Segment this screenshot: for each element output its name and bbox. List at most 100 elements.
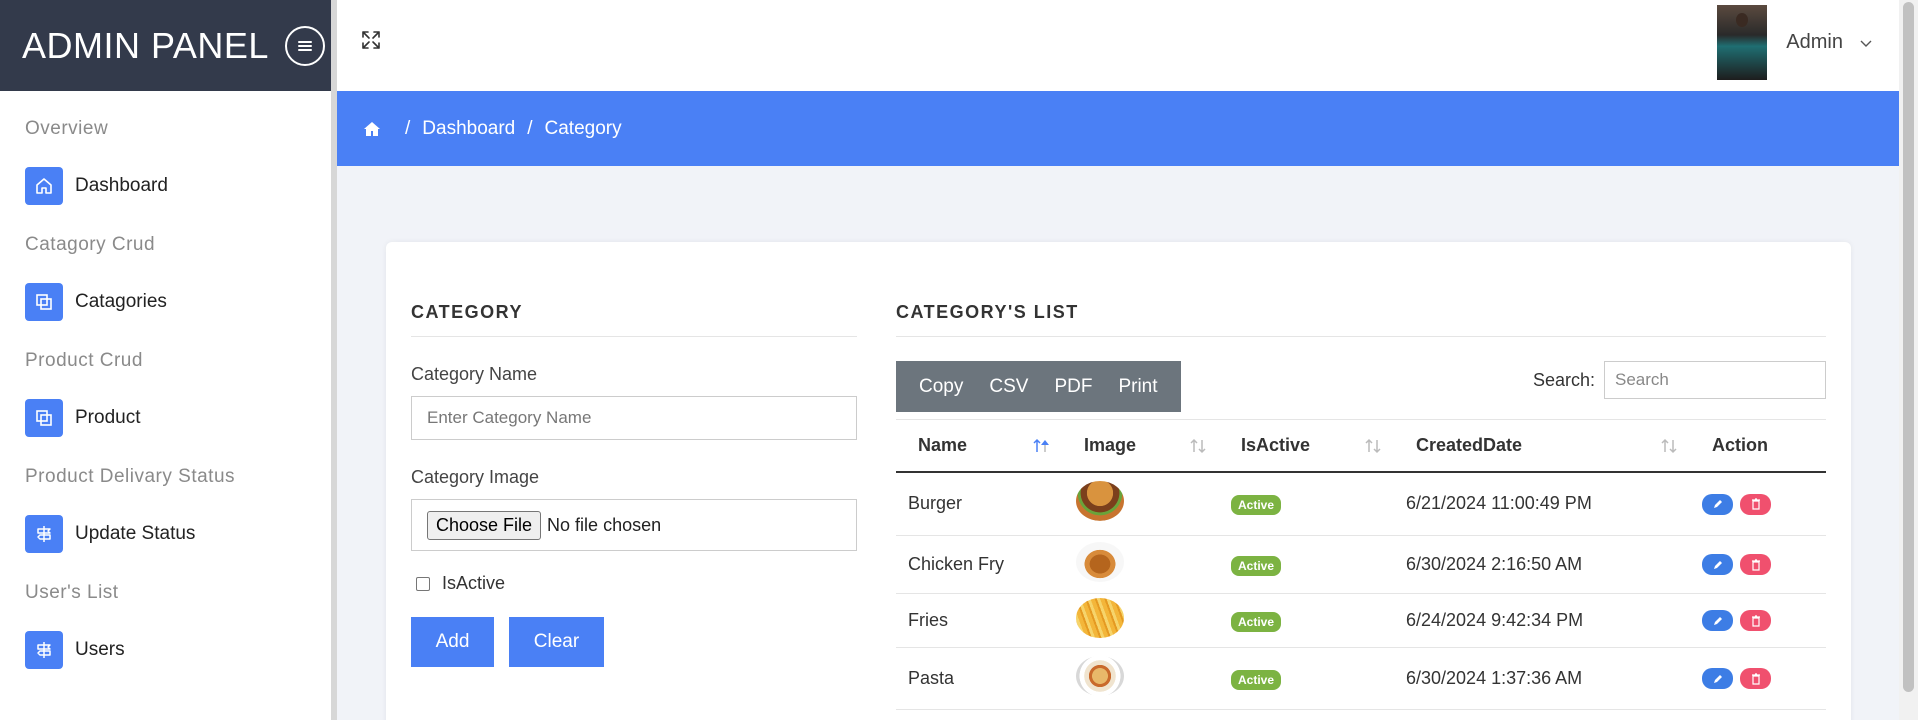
column-header-label: Image <box>1084 434 1137 455</box>
delete-button[interactable] <box>1740 554 1772 576</box>
add-button[interactable]: Add <box>411 617 494 667</box>
status-badge: Active <box>1231 669 1282 690</box>
category-table: Name Image IsActive CreatedDate Action B… <box>896 419 1826 710</box>
sort-icon[interactable] <box>1660 437 1678 455</box>
table-row: Pasta Active 6/30/2024 1:37:36 AM <box>896 647 1826 710</box>
fullscreen-icon[interactable] <box>359 28 383 52</box>
column-header-createddate[interactable]: CreatedDate <box>1394 419 1690 473</box>
cell-status: Active <box>1219 593 1394 648</box>
cell-status: Active <box>1219 471 1394 536</box>
sidebar-item-product[interactable]: Product <box>25 398 331 438</box>
cell-status: Active <box>1219 535 1394 594</box>
print-button[interactable]: Print <box>1105 376 1170 398</box>
edit-button[interactable] <box>1702 668 1733 690</box>
cell-status: Active <box>1219 647 1394 710</box>
breadcrumb-separator: / <box>527 117 533 139</box>
isactive-checkbox[interactable] <box>416 576 430 591</box>
status-badge: Active <box>1231 611 1282 632</box>
search-label: Search: <box>1532 369 1595 390</box>
avatar <box>1717 5 1768 80</box>
sidebar-item-update-status[interactable]: Update Status <box>25 514 331 554</box>
cell-actions <box>1690 647 1826 710</box>
cell-name: Chicken Fry <box>896 535 1062 594</box>
clear-button[interactable]: Clear <box>509 617 604 667</box>
column-header-action: Action <box>1690 419 1826 473</box>
cell-actions <box>1690 535 1826 594</box>
copy-button[interactable]: Copy <box>906 376 976 398</box>
trash-icon <box>1751 673 1760 685</box>
cell-created: 6/30/2024 2:16:50 AM <box>1394 535 1690 594</box>
sidebar-item-label: Dashboard <box>75 175 168 196</box>
table-search: Search: <box>1533 361 1826 399</box>
delete-button[interactable] <box>1740 610 1772 632</box>
page-scrollbar[interactable] <box>1899 0 1918 720</box>
brand-title: ADMIN PANEL <box>22 24 269 66</box>
menu-icon <box>297 40 312 51</box>
column-header-label: Name <box>918 434 968 455</box>
home-icon[interactable] <box>363 120 381 138</box>
burger-image <box>1076 481 1124 522</box>
sidebar-item-label: Catagories <box>75 291 167 312</box>
sidebar-item-users[interactable]: Users <box>25 630 331 670</box>
scrollbar-thumb[interactable] <box>1903 2 1914 692</box>
category-form: CATEGORY Category Name Category Image Ch… <box>411 302 857 667</box>
sort-asc-icon[interactable] <box>1032 437 1050 455</box>
sidebar-section-overview: Overview <box>25 118 109 139</box>
sidebar-section-category: Catagory Crud <box>25 234 156 255</box>
status-badge: Active <box>1231 494 1282 515</box>
cell-image <box>1062 471 1219 536</box>
cell-name: Burger <box>896 471 1062 536</box>
sort-icon[interactable] <box>1189 437 1207 455</box>
delete-button[interactable] <box>1740 493 1772 515</box>
export-buttons: Copy CSV PDF Print <box>896 361 1181 412</box>
category-name-input[interactable] <box>411 396 857 440</box>
choose-file-button[interactable]: Choose File <box>427 510 542 540</box>
csv-button[interactable]: CSV <box>976 376 1041 398</box>
column-header-name[interactable]: Name <box>896 419 1062 473</box>
trash-icon <box>1751 498 1760 510</box>
fries-image <box>1076 598 1124 638</box>
cell-name: Pasta <box>896 647 1062 710</box>
isactive-label: IsActive <box>442 573 506 593</box>
cell-image <box>1062 535 1219 594</box>
edit-button[interactable] <box>1702 554 1733 576</box>
pencil-icon <box>1713 674 1722 683</box>
sidebar-item-categories[interactable]: Catagories <box>25 282 331 322</box>
cell-created: 6/30/2024 1:37:36 AM <box>1394 647 1690 710</box>
sidebar-section-product: Product Crud <box>25 350 143 371</box>
delete-button[interactable] <box>1740 668 1772 690</box>
pdf-button[interactable]: PDF <box>1041 376 1105 398</box>
sort-icon[interactable] <box>1364 437 1382 455</box>
cell-image <box>1062 593 1219 648</box>
cell-actions <box>1690 471 1826 536</box>
category-image-field[interactable]: Choose File No file chosen <box>411 499 857 551</box>
column-header-label: IsActive <box>1241 434 1311 455</box>
list-title: CATEGORY'S LIST <box>896 302 1826 337</box>
cell-image <box>1062 647 1219 710</box>
chevron-down-icon <box>1860 40 1872 47</box>
edit-button[interactable] <box>1702 610 1733 632</box>
isactive-row: IsActive <box>411 573 857 594</box>
breadcrumb-separator: / <box>405 117 411 139</box>
sidebar-section-users: User's List <box>25 582 119 603</box>
table-header-row: Name Image IsActive CreatedDate Action <box>896 419 1826 473</box>
category-image-label: Category Image <box>411 467 540 487</box>
search-input[interactable] <box>1604 361 1826 399</box>
table-row: Fries Active 6/24/2024 9:42:34 PM <box>896 593 1826 648</box>
category-list: CATEGORY'S LIST Copy CSV PDF Print Searc… <box>896 302 1826 710</box>
cell-actions <box>1690 593 1826 648</box>
menu-toggle-button[interactable] <box>284 25 325 66</box>
copy-icon <box>25 399 63 437</box>
column-header-image[interactable]: Image <box>1062 419 1219 473</box>
sidebar: ADMIN PANEL Overview Dashboard Catagory … <box>0 0 337 720</box>
column-header-isactive[interactable]: IsActive <box>1219 419 1394 473</box>
column-header-label: CreatedDate <box>1416 434 1523 455</box>
breadcrumb-dashboard[interactable]: Dashboard <box>422 118 515 140</box>
user-menu[interactable]: Admin <box>1717 5 1873 80</box>
status-badge: Active <box>1231 555 1282 576</box>
trash-icon <box>1751 615 1760 627</box>
edit-button[interactable] <box>1702 493 1733 515</box>
sidebar-item-label: Product <box>75 407 141 428</box>
sidebar-item-dashboard[interactable]: Dashboard <box>25 166 331 206</box>
signpost-icon <box>25 515 63 553</box>
